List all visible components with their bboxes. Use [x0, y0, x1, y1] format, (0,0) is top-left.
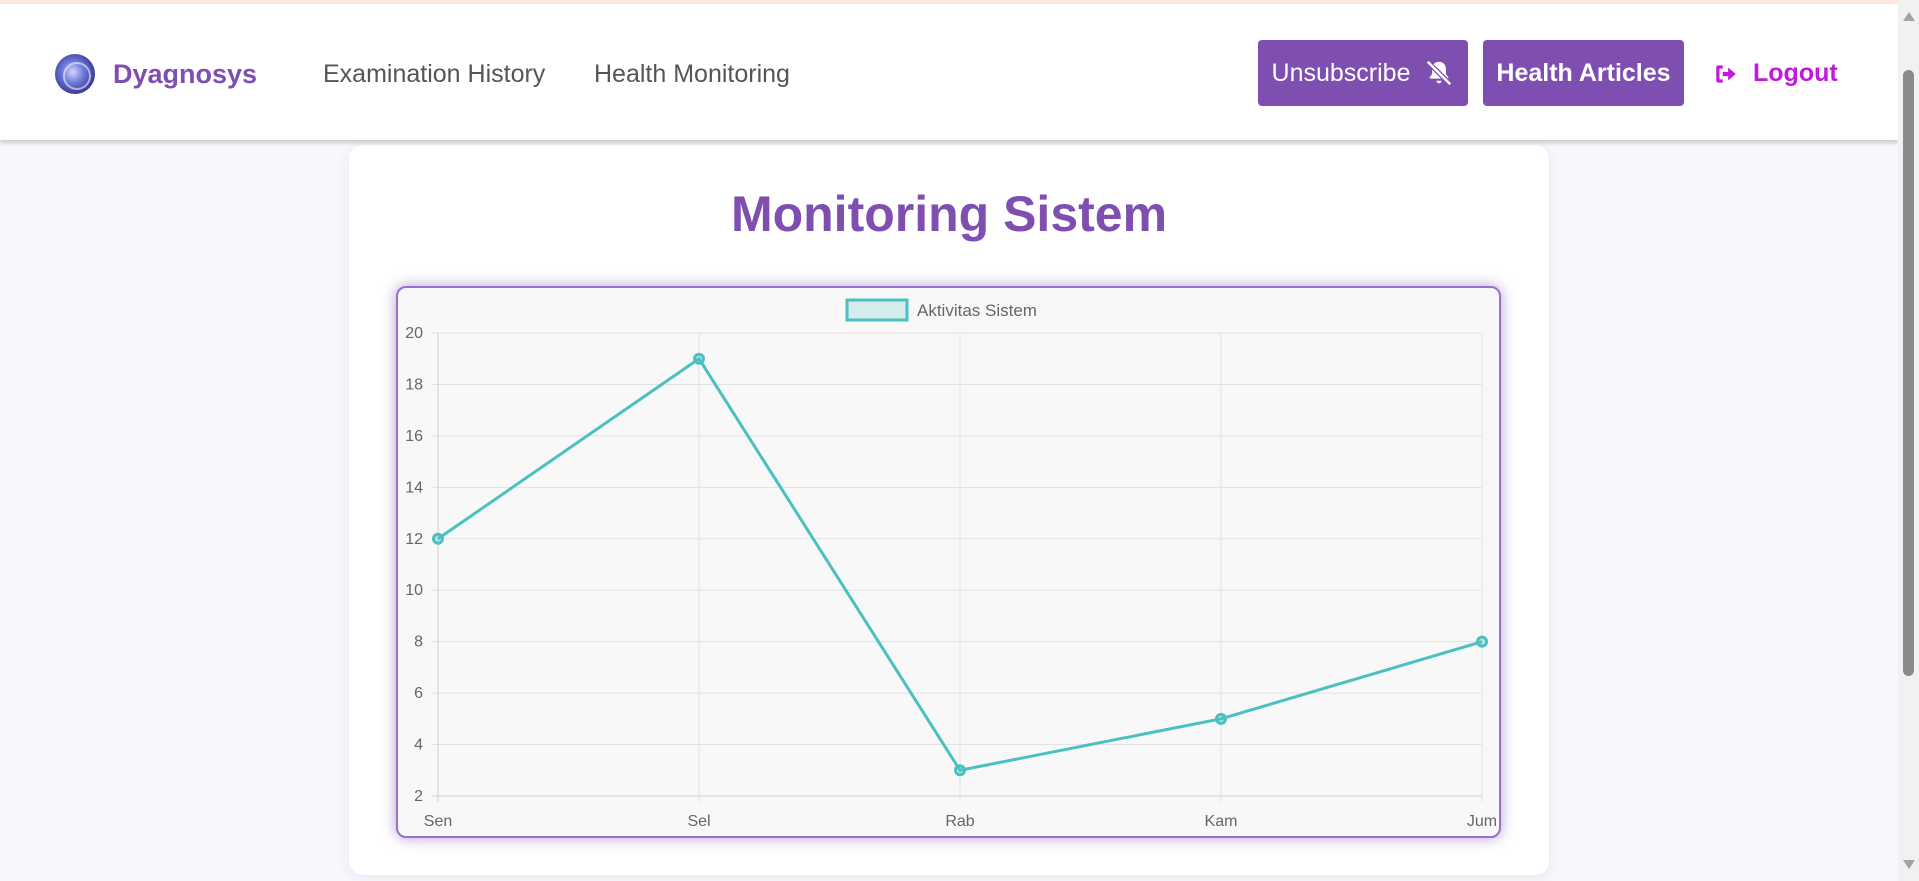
y-tick-label: 20 — [405, 325, 423, 342]
chart-container: 2 4 6 8 10 12 14 16 18 20 Sen Sel Rab Kam Jum Aktivitas… — [396, 286, 1501, 838]
y-tick-label: 4 — [414, 737, 423, 754]
scroll-thumb[interactable] — [1903, 70, 1914, 676]
nav-link-health-monitoring[interactable]: Health Monitoring — [594, 60, 790, 89]
health-articles-button[interactable]: Health Articles — [1483, 40, 1684, 106]
brand-logo-link[interactable]: Dyagnosys — [55, 54, 257, 94]
y-tick-label: 14 — [405, 479, 423, 496]
y-tick-label: 8 — [414, 634, 423, 651]
x-tick-label: Rab — [945, 813, 974, 830]
x-tick-label: Sen — [424, 813, 452, 830]
logout-link[interactable]: Logout — [1713, 59, 1838, 88]
health-articles-label: Health Articles — [1496, 58, 1671, 87]
legend-label: Aktivitas Sistem — [917, 301, 1037, 320]
y-tick-label: 16 — [405, 428, 423, 445]
data-point — [693, 352, 705, 365]
logout-icon — [1716, 64, 1736, 83]
bell-slash-icon — [1426, 59, 1453, 87]
logout-label: Logout — [1753, 59, 1838, 87]
data-point — [1476, 635, 1488, 648]
y-tick-label: 6 — [414, 685, 423, 702]
data-point — [432, 532, 444, 545]
data-point — [1215, 712, 1227, 725]
navbar: Dyagnosys Examination History Health Mon… — [0, 4, 1898, 140]
monitoring-card: Monitoring Sistem 2 4 6 8 10 12 14 16 18 20 Sen Sel… — [349, 145, 1549, 875]
y-tick-label: 10 — [405, 582, 423, 599]
unsubscribe-label: Unsubscribe — [1271, 58, 1411, 87]
legend-swatch — [845, 298, 909, 322]
x-tick-label: Jum — [1467, 813, 1497, 830]
y-tick-label: 18 — [405, 376, 423, 393]
y-tick-label: 12 — [405, 531, 423, 548]
logo-icon — [55, 54, 95, 94]
vertical-scrollbar[interactable] — [1898, 0, 1919, 881]
scroll-down-arrow-icon[interactable] — [1903, 860, 1915, 869]
scroll-up-arrow-icon[interactable] — [1903, 12, 1915, 21]
nav-link-examination-history[interactable]: Examination History — [323, 60, 545, 89]
unsubscribe-button[interactable]: Unsubscribe — [1258, 40, 1468, 106]
x-tick-label: Kam — [1205, 813, 1238, 830]
y-tick-label: 2 — [414, 788, 423, 805]
brand-name: Dyagnosys — [113, 58, 258, 89]
data-point — [954, 764, 966, 777]
page-title: Monitoring Sistem — [730, 186, 1168, 242]
activity-line-chart: 2 4 6 8 10 12 14 16 18 20 Sen Sel Rab Kam Jum Aktivitas… — [405, 298, 1497, 830]
x-tick-label: Sel — [687, 813, 710, 830]
